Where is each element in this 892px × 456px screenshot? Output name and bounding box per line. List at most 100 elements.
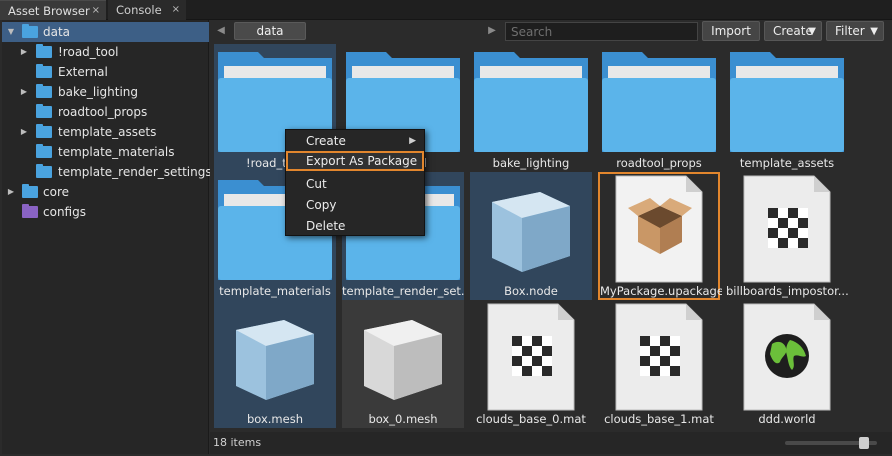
folder-tree: ▼ data ▶ !road_tool External ▶ bake_ligh… <box>2 20 212 454</box>
asset-tile-clouds-base-1[interactable]: clouds_base_1.mat <box>598 300 720 428</box>
tab-label: Console <box>116 3 162 17</box>
search-input[interactable] <box>505 22 698 41</box>
folder-icon <box>36 44 52 58</box>
import-button[interactable]: Import <box>702 21 760 41</box>
create-button[interactable]: Create ▼ <box>764 21 822 41</box>
tree-item-road-tool[interactable]: ▶ !road_tool <box>2 42 209 62</box>
zoom-slider[interactable] <box>785 437 877 449</box>
tree-item-label: configs <box>43 205 86 219</box>
tree-item-data[interactable]: ▼ data <box>2 22 209 42</box>
expand-right-icon[interactable]: ▶ <box>19 42 29 62</box>
asset-label: MyPackage.upackage <box>600 284 722 298</box>
mesh-icon <box>236 320 314 400</box>
menu-item-label: Copy <box>306 198 337 212</box>
close-icon[interactable]: × <box>92 1 100 21</box>
folder-icon <box>22 24 38 38</box>
submenu-arrow-icon: ▶ <box>409 136 416 146</box>
context-menu: Create ▶ Export As Package Cut Copy Dele… <box>285 129 425 236</box>
expand-right-icon[interactable]: ▶ <box>6 182 16 202</box>
asset-tile-box-node[interactable]: Box.node <box>470 172 592 300</box>
tab-asset-browser[interactable]: Asset Browser × <box>0 0 106 20</box>
folder-icon <box>36 64 52 78</box>
asset-tile-box-mesh[interactable]: box.mesh <box>214 300 336 428</box>
menu-item-copy[interactable]: Copy <box>286 195 424 215</box>
tree-item-label: External <box>58 65 108 79</box>
tree-item-label: data <box>43 25 71 39</box>
asset-tile-roadtool-props[interactable]: roadtool_props <box>598 44 720 172</box>
tab-bar: Asset Browser × Console × <box>0 0 892 20</box>
folder-icon <box>474 52 588 152</box>
menu-item-label: Cut <box>306 177 327 191</box>
asset-tile-box-0-mesh[interactable]: box_0.mesh <box>342 300 464 428</box>
asset-label: roadtool_props <box>616 156 702 170</box>
menu-item-cut[interactable]: Cut <box>286 174 424 194</box>
cube-node-icon <box>492 192 570 272</box>
tree-item-label: core <box>43 185 69 199</box>
tree-item-template-render-settings[interactable]: template_render_settings <box>2 162 212 182</box>
expand-right-icon[interactable]: ▶ <box>19 82 29 102</box>
menu-item-export-as-package[interactable]: Export As Package <box>286 151 424 171</box>
menu-item-label: Export As Package <box>306 154 418 168</box>
material-file-icon <box>615 303 703 411</box>
tree-item-external[interactable]: External <box>2 62 209 82</box>
tree-item-label: template_assets <box>58 125 157 139</box>
tree-item-bake-lighting[interactable]: ▶ bake_lighting <box>2 82 209 102</box>
chevron-right-icon[interactable]: ▶ <box>485 24 499 38</box>
create-button-label: Create <box>773 24 813 38</box>
asset-label: clouds_base_1.mat <box>604 412 714 426</box>
tree-item-core[interactable]: ▶ core <box>2 182 209 202</box>
asset-label: box_0.mesh <box>368 412 438 426</box>
folder-icon <box>36 164 52 178</box>
menu-item-create[interactable]: Create ▶ <box>286 131 424 151</box>
folder-icon <box>36 124 52 138</box>
asset-tile-template-assets[interactable]: template_assets <box>726 44 848 172</box>
dropdown-caret-icon: ▼ <box>808 26 816 37</box>
folder-icon <box>36 144 52 158</box>
tree-item-configs[interactable]: configs <box>2 202 209 222</box>
package-folder-icon <box>22 204 38 218</box>
filter-button[interactable]: Filter ▼ <box>826 21 884 41</box>
asset-label: clouds_base_0.mat <box>476 412 586 426</box>
breadcrumb[interactable]: data <box>234 22 306 40</box>
folder-icon <box>730 52 844 152</box>
tree-item-label: template_render_settings <box>58 165 212 179</box>
import-button-label: Import <box>711 24 751 38</box>
world-globe-icon <box>743 303 831 411</box>
mesh-icon <box>364 320 442 400</box>
expand-right-icon[interactable]: ▶ <box>19 122 29 142</box>
tree-item-label: bake_lighting <box>58 85 139 99</box>
item-count: 18 items <box>213 436 262 449</box>
package-file-icon <box>615 175 703 283</box>
asset-tile-clouds-base-0[interactable]: clouds_base_0.mat <box>470 300 592 428</box>
tree-item-label: !road_tool <box>58 45 119 59</box>
asset-label: Box.node <box>504 284 558 298</box>
menu-item-delete[interactable]: Delete <box>286 216 424 236</box>
expand-down-icon[interactable]: ▼ <box>6 22 16 42</box>
folder-icon <box>36 104 52 118</box>
tree-item-template-materials[interactable]: template_materials <box>2 142 209 162</box>
folder-icon <box>602 52 716 152</box>
asset-tile-ddd-world[interactable]: ddd.world <box>726 300 848 428</box>
tree-item-template-assets[interactable]: ▶ template_assets <box>2 122 209 142</box>
tab-console[interactable]: Console × <box>108 0 186 20</box>
browser-toolbar: ◀ data ▶ Import Create ▼ Filter ▼ <box>210 20 892 42</box>
tree-item-label: roadtool_props <box>58 105 148 119</box>
material-file-icon <box>743 175 831 283</box>
close-icon[interactable]: × <box>172 0 180 20</box>
status-bar: 18 items <box>210 432 892 454</box>
menu-item-label: Create <box>306 134 346 148</box>
asset-label: template_assets <box>739 156 835 170</box>
asset-label: template_render_set... <box>342 284 464 298</box>
asset-label: billboards_impostor... <box>726 284 848 298</box>
tree-item-roadtool-props[interactable]: roadtool_props <box>2 102 209 122</box>
asset-tile-bake-lighting[interactable]: bake_lighting <box>470 44 592 172</box>
material-file-icon <box>487 303 575 411</box>
asset-grid: !road_tool External bake_lighting roadto… <box>210 42 892 432</box>
folder-icon <box>22 184 38 198</box>
folder-icon <box>36 84 52 98</box>
chevron-left-icon[interactable]: ◀ <box>214 24 228 38</box>
asset-tile-billboards-impostor[interactable]: billboards_impostor... <box>726 172 848 300</box>
zoom-slider-handle[interactable] <box>859 437 869 449</box>
asset-tile-mypackage[interactable]: MyPackage.upackage <box>598 172 722 300</box>
asset-label: template_materials <box>219 284 331 298</box>
